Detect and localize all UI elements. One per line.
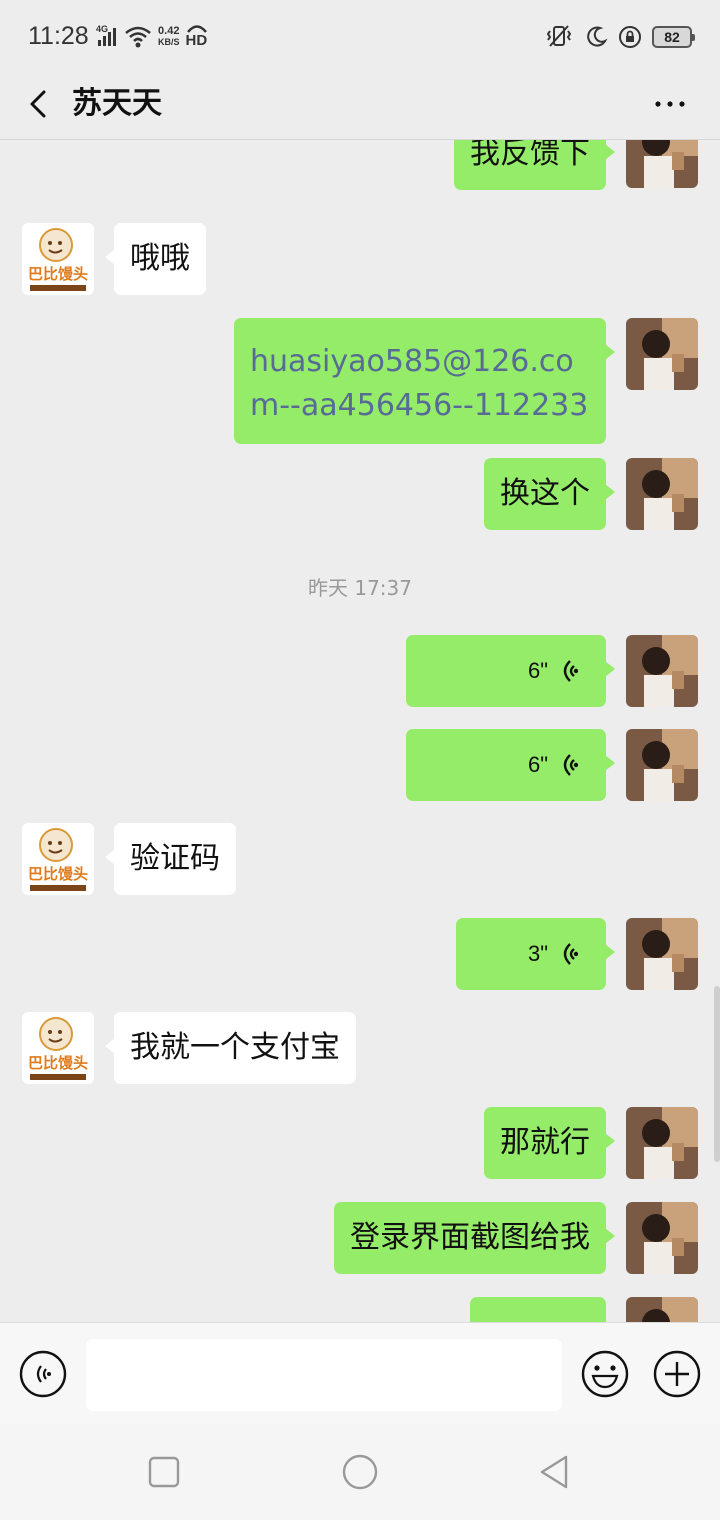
my-avatar[interactable] [626, 635, 698, 707]
status-left-icons: 4G 0.42 KB/S HD [96, 22, 208, 52]
my-avatar[interactable] [626, 918, 698, 990]
my-avatar[interactable] [626, 1202, 698, 1274]
voice-wave-icon [563, 660, 578, 682]
message-bubble[interactable]: 登录界面截图给我 [334, 1202, 615, 1274]
my-avatar[interactable] [626, 318, 698, 390]
scrollbar[interactable] [714, 986, 720, 1162]
network-speed: 0.42 KB/S [158, 25, 180, 48]
svg-text:巴比馒头: 巴比馒头 [28, 865, 88, 883]
status-time: 11:28 [28, 22, 89, 50]
timestamp: 昨天 17:37 [308, 576, 412, 600]
vibrate-icon [546, 25, 572, 47]
message-bubble[interactable]: 我反馈下 [454, 140, 615, 190]
signal-icon: 4G [96, 24, 118, 50]
contact-avatar[interactable]: 巴比馒头 [22, 1012, 94, 1084]
emoji-icon[interactable] [580, 1349, 630, 1399]
voice-input-icon[interactable] [18, 1349, 68, 1399]
voice-wave-icon [563, 943, 578, 965]
message-bubble[interactable]: 验证码 [105, 823, 236, 895]
my-avatar[interactable] [626, 458, 698, 530]
rotation-lock-icon [619, 26, 641, 48]
input-bar [0, 1322, 720, 1424]
contact-avatar[interactable]: 巴比馒头 [22, 823, 94, 895]
status-right-icons: 82 [544, 22, 695, 52]
voice-message-bubble[interactable]: 6" [406, 635, 615, 707]
message-input[interactable] [86, 1339, 562, 1411]
svg-text:巴比馒头: 巴比馒头 [28, 1054, 88, 1072]
back-arrow-icon[interactable] [20, 84, 60, 124]
wifi-icon [125, 26, 151, 48]
voice-message-bubble[interactable]: 6" [406, 729, 615, 801]
voice-message-bubble[interactable]: 3" [456, 918, 615, 990]
my-avatar[interactable] [626, 1297, 698, 1322]
system-nav-bar [0, 1424, 720, 1520]
recent-apps-icon[interactable] [144, 1452, 184, 1492]
message-bubble-partial[interactable] [470, 1297, 606, 1322]
home-icon[interactable] [340, 1452, 380, 1492]
contact-avatar[interactable]: 巴比馒头 [22, 223, 94, 295]
more-options-icon[interactable] [650, 84, 690, 124]
voice-wave-icon [563, 754, 578, 776]
my-avatar[interactable] [626, 140, 698, 188]
page-title: 苏天天 [72, 86, 162, 121]
message-bubble[interactable]: 哦哦 [105, 223, 206, 295]
chat-header: 苏天天 [0, 70, 720, 140]
battery-icon: 82 [652, 26, 695, 48]
message-bubble[interactable]: 换这个 [484, 458, 615, 530]
message-bubble[interactable]: 那就行 [484, 1107, 615, 1179]
back-nav-icon[interactable] [536, 1452, 576, 1492]
message-bubble[interactable]: 我就一个支付宝 [105, 1012, 356, 1084]
status-bar: 11:28 4G 0.42 KB/S HD 82 [0, 0, 720, 70]
plus-icon[interactable] [652, 1349, 702, 1399]
hd-call-icon: HD [186, 23, 208, 51]
svg-text:巴比馒头: 巴比馒头 [28, 265, 88, 283]
email-link-bubble[interactable]: huasiyao585@126.com--aa456456--112233 [234, 318, 615, 444]
my-avatar[interactable] [626, 1107, 698, 1179]
message-list[interactable]: 我反馈下 巴比馒头 哦哦 huasiyao585@126.com--aa4564… [0, 140, 720, 1322]
moon-icon [587, 26, 608, 47]
my-avatar[interactable] [626, 729, 698, 801]
